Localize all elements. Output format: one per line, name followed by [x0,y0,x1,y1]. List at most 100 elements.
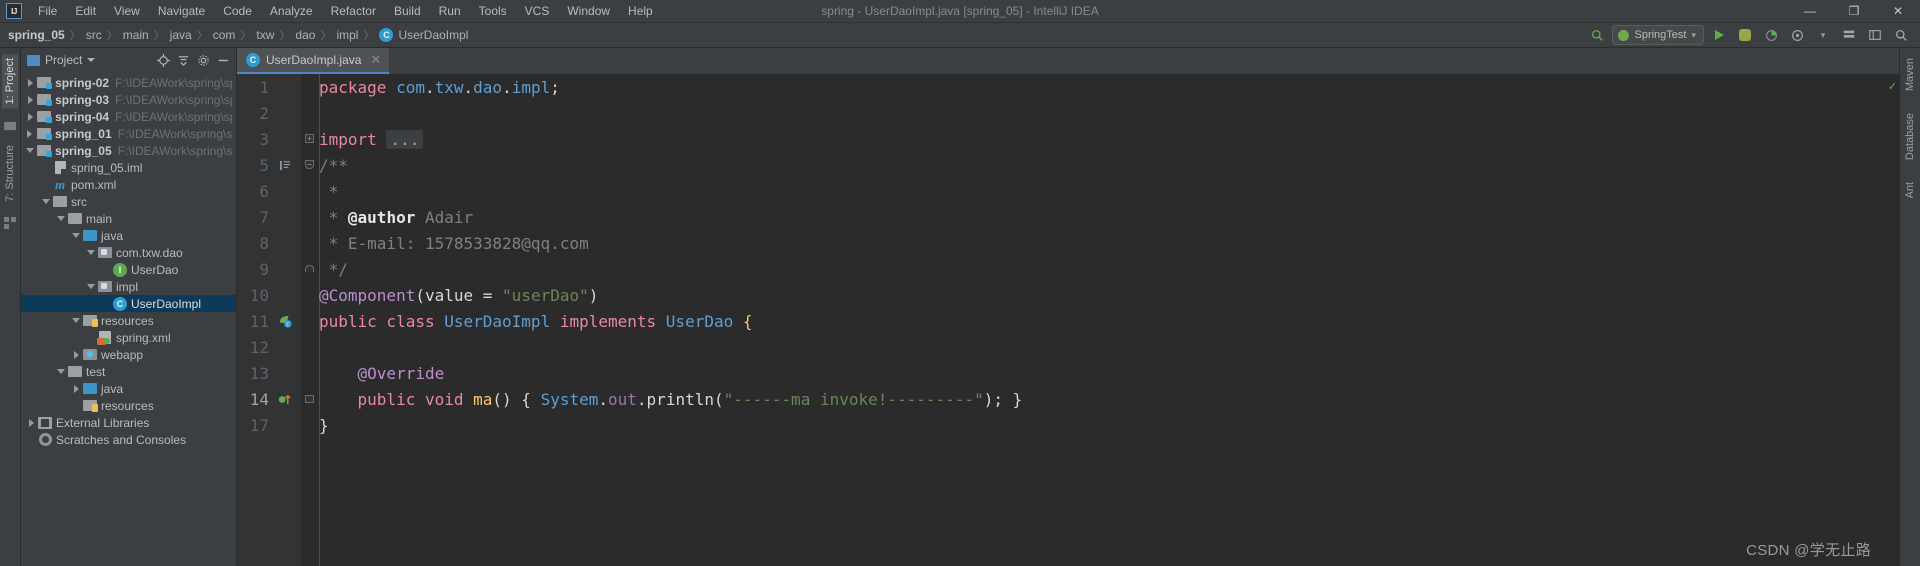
tree-row-pom-xml[interactable]: m pom.xml [21,176,236,193]
profile-button[interactable] [1786,25,1808,45]
chevron-down-icon[interactable]: ▾ [1812,25,1834,45]
code-line-2[interactable] [301,100,1887,126]
breadcrumb-item-impl[interactable]: impl [336,28,358,42]
menu-item-build[interactable]: Build [385,1,430,21]
gutter-line-14[interactable]: 14 [237,386,301,412]
spring-bean-icon[interactable]: C [273,314,297,329]
menu-item-view[interactable]: View [105,1,149,21]
menu-item-analyze[interactable]: Analyze [261,1,322,21]
menu-item-code[interactable]: Code [214,1,261,21]
expand-arrow-icon[interactable] [24,79,36,87]
tool-window-tab-structure[interactable]: 7: Structure [2,141,18,206]
gutter-line-8[interactable]: 8 [237,230,301,256]
tree-row-resources[interactable]: resources [21,397,236,414]
code-line-17[interactable]: } [301,412,1887,438]
tree-row-spring-05[interactable]: spring_05 F:\IDEAWork\spring\spring_0 [21,142,236,159]
breadcrumb-item-main[interactable]: main [123,28,149,42]
code-line-10[interactable]: @Component(value = "userDao") [301,282,1887,308]
tree-row-main[interactable]: main [21,210,236,227]
gutter-line-12[interactable]: 12 [237,334,301,360]
gutter-line-6[interactable]: 6 [237,178,301,204]
error-stripe-marker[interactable]: ✓ [1887,74,1899,566]
tree-row-com-txw-dao[interactable]: com.txw.dao [21,244,236,261]
code-line-12[interactable] [301,334,1887,360]
collapse-arrow-icon[interactable] [70,233,82,238]
tree-row-webapp[interactable]: webapp [21,346,236,363]
breadcrumb-item-dao[interactable]: dao [295,28,315,42]
menu-item-vcs[interactable]: VCS [516,1,559,21]
collapse-arrow-icon[interactable] [55,369,67,374]
menu-item-refactor[interactable]: Refactor [322,1,385,21]
tree-row-impl[interactable]: impl [21,278,236,295]
collapse-arrow-icon[interactable] [24,148,36,153]
code-line-8[interactable]: * E-mail: 1578533828@qq.com [301,230,1887,256]
tool-window-tab-project[interactable]: 1: Project [2,54,18,109]
menu-item-window[interactable]: Window [558,1,619,21]
code-line-5[interactable]: −/** [301,152,1887,178]
tree-row-src[interactable]: src [21,193,236,210]
tree-row-scratches-and-consoles[interactable]: Scratches and Consoles [21,431,236,448]
menu-item-run[interactable]: Run [430,1,470,21]
menu-item-navigate[interactable]: Navigate [149,1,214,21]
gutter-line-1[interactable]: 1 [237,74,301,100]
gutter-line-5[interactable]: 5 [237,152,301,178]
tree-row-java[interactable]: java [21,380,236,397]
hide-panel-icon[interactable] [214,51,232,69]
fold-expand-icon[interactable]: + [305,134,314,143]
tool-window-tab-maven[interactable]: Maven [1902,54,1918,95]
collapse-arrow-icon[interactable] [85,284,97,289]
close-icon[interactable]: ✕ [370,52,381,68]
code-line-13[interactable]: @Override [301,360,1887,386]
code-line-1[interactable]: package com. txw. dao. impl; [301,74,1887,100]
tree-row-test[interactable]: test [21,363,236,380]
menu-item-edit[interactable]: Edit [66,1,105,21]
collapse-arrow-icon[interactable] [55,216,67,221]
collapse-arrow-icon[interactable] [85,250,97,255]
code-content[interactable]: package com. txw. dao. impl; + import ... −/**… [301,74,1887,566]
expand-arrow-icon[interactable] [24,113,36,121]
editor-tab-userdaoimpl[interactable]: C UserDaoImpl.java ✕ [237,48,390,74]
editor-gutter[interactable]: 1 2 3 5 6 7 8 9 10 11 C 12 13 14 17 [237,74,301,566]
menu-item-tools[interactable]: Tools [470,1,516,21]
run-button[interactable] [1708,25,1730,45]
project-tree[interactable]: spring-02F:\IDEAWork\spring\spring-0 spri… [21,72,236,566]
tree-row-resources[interactable]: resources [21,312,236,329]
gear-icon[interactable] [194,51,212,69]
gutter-line-3[interactable]: 3 [237,126,301,152]
expand-arrow-icon[interactable] [70,385,82,393]
expand-arrow-icon[interactable] [25,419,37,427]
breadcrumb-item-txw[interactable]: txw [256,28,274,42]
search-everywhere-icon[interactable] [1586,25,1608,45]
debug-button[interactable] [1734,25,1756,45]
fold-brace-icon[interactable] [305,395,314,403]
breadcrumb-item-java[interactable]: java [170,28,192,42]
tree-row-external-libraries[interactable]: External Libraries [21,414,236,431]
tree-row-userdao[interactable]: I UserDao [21,261,236,278]
expand-arrow-icon[interactable] [70,351,82,359]
code-token[interactable]: ... [386,129,424,149]
build-project-icon[interactable] [1838,25,1860,45]
tree-row-spring-05-iml[interactable]: spring_05.iml [21,159,236,176]
target-icon[interactable] [154,51,172,69]
fold-end-icon[interactable] [305,265,314,272]
gutter-line-17[interactable]: 17 [237,412,301,438]
fold-collapse-icon[interactable]: − [305,160,314,169]
search-icon[interactable] [1890,25,1912,45]
collapse-arrow-icon[interactable] [40,199,52,204]
tool-window-tab-database[interactable]: Database [1902,109,1918,164]
grid-icon[interactable] [3,216,17,230]
gutter-line-7[interactable]: 7 [237,204,301,230]
tree-row-spring-02[interactable]: spring-02 F:\IDEAWork\spring\spring-0 [21,74,236,91]
code-line-3[interactable]: + import ... [301,126,1887,152]
layout-icon[interactable] [1864,25,1886,45]
menu-item-help[interactable]: Help [619,1,662,21]
gutter-line-2[interactable]: 2 [237,100,301,126]
change-marker-icon[interactable] [273,160,297,171]
run-configuration-selector[interactable]: SpringTest ▾ [1612,25,1704,45]
folder-icon[interactable] [3,118,17,131]
breadcrumb-item-class[interactable]: UserDaoImpl [398,28,468,42]
code-line-7[interactable]: * @author Adair [301,204,1887,230]
menu-item-file[interactable]: File [29,1,66,21]
maximize-button[interactable]: ❐ [1832,0,1876,23]
override-method-icon[interactable] [273,392,297,407]
